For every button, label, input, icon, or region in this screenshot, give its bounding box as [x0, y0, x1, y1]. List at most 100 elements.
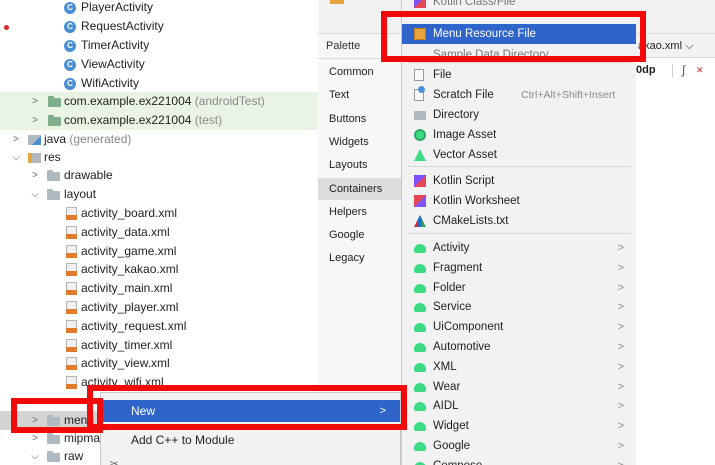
tree-item-class[interactable]: C RequestActivity [0, 17, 318, 36]
layout-file-dropdown[interactable]: akao.xml ⌵ [636, 34, 715, 58]
menu-item-xml[interactable]: XML > [402, 357, 636, 377]
tree-item-label: activity_player.xml [81, 300, 179, 314]
chevron-down-icon[interactable]: ⌵ [29, 447, 41, 465]
menu-item-wear[interactable]: Wear > [402, 377, 636, 397]
default-margin-button[interactable]: 0dp [636, 64, 656, 76]
tree-item-class[interactable]: C ViewActivity [0, 55, 318, 74]
design-toolbar: akao.xml ⌵ 0dp ∫ ✕ [636, 34, 715, 465]
tree-item-layout-file[interactable]: activity_request.xml [0, 317, 318, 336]
chevron-right-icon: > [617, 341, 624, 353]
chevron-down-icon[interactable]: ⌵ [29, 185, 41, 204]
android-icon [414, 442, 426, 451]
tree-item-unit-test-package[interactable]: > com.example.ex221004 (test) [0, 111, 318, 130]
menu-item-label: UiComponent [433, 321, 504, 334]
chevron-down-icon[interactable]: ⌵ [10, 148, 22, 167]
android-resource-icon [414, 28, 426, 40]
menu-item-cmakelists-txt[interactable]: CMakeLists.txt [402, 211, 636, 231]
palette-category-containers[interactable]: Containers [318, 177, 403, 200]
menu-item-google[interactable]: Google > [402, 436, 636, 456]
chevron-right-icon[interactable]: > [29, 92, 41, 111]
menu-item-automotive[interactable]: Automotive > [402, 337, 636, 357]
menu-item-fragment[interactable]: Fragment > [402, 258, 636, 278]
chevron-right-icon[interactable]: > [29, 411, 41, 430]
tree-item-layout[interactable]: ⌵ layout [0, 185, 318, 204]
file-icon [414, 69, 424, 81]
tree-item-android-test-package[interactable]: > com.example.ex221004 (androidTest) [0, 92, 318, 111]
menu-item-aidl[interactable]: AIDL > [402, 396, 636, 416]
infer-constraints-icon[interactable]: ∫ [682, 63, 685, 77]
menu-item-activity[interactable]: Activity > [402, 238, 636, 258]
context-item-new[interactable]: New > [101, 400, 400, 422]
menu-item-label: Compose [433, 456, 482, 465]
menu-item-uicomponent[interactable]: UiComponent > [402, 317, 636, 337]
tree-item-layout-file[interactable]: activity_wifi.xml [0, 373, 318, 392]
menu-item-label: Menu Resource File [433, 28, 536, 40]
menu-item-compose[interactable]: Compose > [402, 456, 636, 465]
tree-item-layout-file[interactable]: activity_view.xml [0, 354, 318, 373]
menu-item-folder[interactable]: Folder > [402, 278, 636, 298]
tree-item-java-generated[interactable]: > java (generated) [0, 130, 318, 149]
menu-item-widget[interactable]: Widget > [402, 416, 636, 436]
tree-item-suffix: (androidTest) [194, 94, 265, 108]
chevron-right-icon[interactable]: > [29, 166, 41, 185]
chevron-right-icon[interactable]: > [29, 111, 41, 130]
tree-item-label: activity_game.xml [81, 243, 177, 258]
tree-item-label: activity_board.xml [81, 206, 178, 220]
menu-item-image-asset[interactable]: Image Asset [402, 125, 636, 145]
tree-item-suffix: (generated) [69, 132, 132, 146]
tree-item-label: PlayerActivity [81, 0, 154, 14]
folder-icon [47, 433, 60, 444]
tree-item-layout-file[interactable]: activity_kakao.xml [0, 260, 318, 279]
palette-category-buttons[interactable]: Buttons [318, 108, 403, 130]
menu-item-kotlin-class[interactable]: Kotlin Class/File [402, 0, 636, 12]
clear-constraints-icon[interactable]: ✕ [696, 65, 704, 76]
menu-item-vector-asset[interactable]: Vector Asset [402, 145, 636, 165]
menu-item-menu-resource-file[interactable]: Menu Resource File [402, 24, 636, 44]
menu-item-directory[interactable]: Directory [402, 105, 636, 125]
kotlin-worksheet-icon [414, 195, 426, 207]
palette-category-text[interactable]: Text [318, 84, 403, 106]
menu-item-service[interactable]: Service > [402, 297, 636, 317]
tree-item-layout-file[interactable]: activity_game.xml [0, 242, 318, 261]
tree-item-layout-file[interactable]: activity_player.xml [0, 298, 318, 317]
menu-item-scratch-file[interactable]: Scratch File Ctrl+Alt+Shift+Insert [402, 85, 636, 105]
folder-icon [47, 170, 60, 181]
context-item-add-cpp[interactable]: Add C++ to Module [101, 429, 400, 451]
palette-category-widgets[interactable]: Widgets [318, 131, 403, 153]
menu-item-label: Kotlin Class/File [433, 0, 516, 8]
palette-category-legacy[interactable]: Legacy [318, 247, 403, 269]
tree-item-label: activity_main.xml [81, 281, 173, 296]
palette-category-google[interactable]: Google [318, 224, 403, 246]
menu-item-label: Wear [433, 380, 461, 393]
tree-item-drawable[interactable]: > drawable [0, 166, 318, 185]
palette-category-helpers[interactable]: Helpers [318, 201, 403, 223]
menu-item-kotlin-script[interactable]: Kotlin Script [402, 171, 636, 191]
tree-item-label: mipma [64, 431, 101, 445]
tree-item-res[interactable]: ⌵ res [0, 148, 318, 167]
menu-item-label: Widget [433, 420, 469, 433]
palette-category-common[interactable]: Common [318, 61, 403, 83]
tree-item-layout-file[interactable]: activity_main.xml [0, 279, 318, 298]
tree-item-class[interactable]: C PlayerActivity [0, 0, 318, 17]
tree-item-layout-file[interactable]: activity_data.xml [0, 223, 318, 242]
android-icon [414, 303, 426, 313]
chevron-right-icon[interactable]: > [10, 130, 22, 149]
tree-item-layout-file[interactable]: activity_board.xml [0, 204, 318, 223]
palette-category-layouts[interactable]: Layouts [318, 154, 403, 176]
tree-item-class[interactable]: C WifiActivity [0, 74, 318, 93]
xml-file-icon [66, 357, 77, 371]
android-icon [414, 244, 426, 253]
menu-item-kotlin-worksheet[interactable]: Kotlin Worksheet [402, 191, 636, 211]
menu-item-label: Fragment [433, 261, 483, 274]
tree-item-class[interactable]: C TimerActivity [0, 36, 318, 55]
android-icon [414, 362, 426, 372]
chevron-right-icon[interactable]: > [29, 429, 41, 448]
menu-item-label: Vector Asset [433, 149, 497, 161]
palette-title: Palette [326, 40, 361, 52]
menu-item-label: AIDL [433, 400, 459, 413]
xml-file-icon [66, 319, 77, 333]
tree-item-label: activity_wifi.xml [81, 375, 164, 390]
tree-item-layout-file[interactable]: activity_timer.xml [0, 336, 318, 355]
image-asset-icon [414, 129, 426, 141]
menu-item-file[interactable]: File [402, 65, 636, 85]
